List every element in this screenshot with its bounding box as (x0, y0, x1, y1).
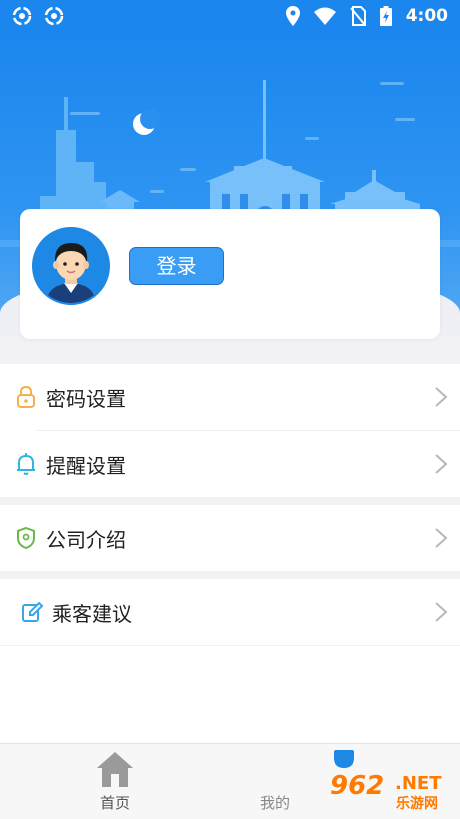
profile-card: 登录 (20, 209, 440, 339)
menu-item-label: 公司介绍 (46, 527, 126, 552)
menu-item-label: 提醒设置 (46, 453, 126, 478)
battery-charging-icon (379, 6, 392, 26)
status-left (12, 6, 64, 26)
sync-icon (44, 6, 64, 26)
menu-item-label: 密码设置 (46, 386, 126, 411)
watermark-suffix: .NET (395, 773, 442, 794)
bell-icon (17, 453, 35, 475)
watermark-number: 962 (330, 771, 385, 801)
sync-icon (12, 6, 32, 26)
content-background (0, 646, 460, 743)
status-right: 4:00 (285, 6, 448, 26)
section-gap (0, 497, 460, 505)
edit-icon (22, 601, 44, 622)
status-bar: 4:00 (0, 0, 460, 32)
user-icon (334, 750, 354, 768)
menu-item-passenger-suggestions[interactable]: 乘客建议 (0, 579, 460, 645)
app-screen: 4:00 登录 密码设置 提醒设置 公司介绍 乘客建议 首页 我的 962 .N… (0, 0, 460, 819)
status-time: 4:00 (405, 6, 448, 26)
watermark-text: 乐游网 (396, 796, 438, 812)
user-avatar[interactable] (32, 227, 110, 305)
menu-group-3: 乘客建议 (0, 579, 460, 645)
avatar-illustration (34, 229, 108, 303)
section-gap (0, 571, 460, 579)
wifi-icon (313, 7, 336, 25)
menu-item-label: 乘客建议 (52, 601, 132, 626)
location-icon (285, 6, 300, 26)
menu-item-company-intro[interactable]: 公司介绍 (0, 505, 460, 571)
bottom-nav: 首页 我的 (0, 743, 460, 819)
menu-group-1: 密码设置 提醒设置 (0, 364, 460, 497)
lock-icon (17, 385, 35, 408)
menu-item-reminder-settings[interactable]: 提醒设置 (0, 431, 460, 497)
chevron-right-icon (435, 454, 448, 474)
home-icon (97, 752, 133, 787)
settings-menu: 密码设置 提醒设置 公司介绍 乘客建议 (0, 364, 460, 645)
no-sim-icon (349, 6, 366, 26)
chevron-right-icon (435, 602, 448, 622)
menu-item-password-settings[interactable]: 密码设置 (0, 364, 460, 430)
chevron-right-icon (435, 387, 448, 407)
chevron-right-icon (435, 528, 448, 548)
shield-icon (17, 526, 35, 550)
login-button[interactable]: 登录 (129, 247, 224, 285)
menu-group-2: 公司介绍 (0, 505, 460, 571)
